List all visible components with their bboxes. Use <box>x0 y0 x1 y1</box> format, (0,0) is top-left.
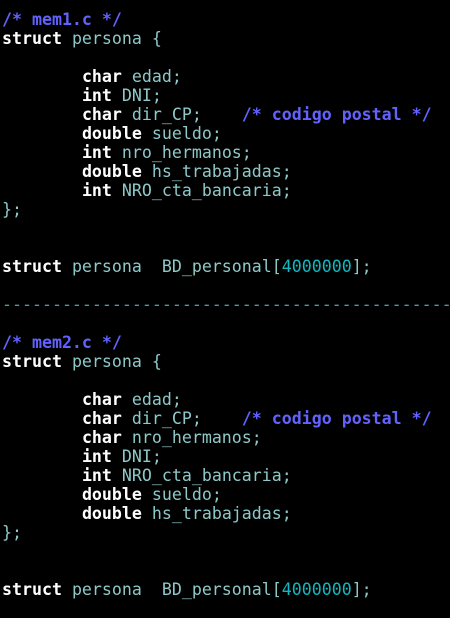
keyword: char <box>81 409 122 428</box>
comment: /* mem2.c */ <box>2 333 122 352</box>
code-line: }; <box>2 200 450 219</box>
code-viewer: /* mem1.c */struct persona { char edad; … <box>2 10 450 599</box>
keyword: int <box>81 143 112 162</box>
identifier <box>2 428 82 447</box>
keyword: double <box>81 485 142 504</box>
identifier: nro_hermanos; <box>121 428 262 447</box>
code-line: char nro_hermanos; <box>2 428 450 447</box>
identifier: persona { <box>61 29 162 48</box>
identifier: dir_CP; <box>121 409 242 428</box>
identifier <box>2 504 82 523</box>
code-line: char edad; <box>2 67 450 86</box>
identifier: hs_trabajadas; <box>141 162 292 181</box>
identifier <box>2 162 82 181</box>
identifier: NRO_cta_bancaria; <box>111 466 292 485</box>
code-line: struct persona { <box>2 29 450 48</box>
identifier: edad; <box>121 390 182 409</box>
code-line: double sueldo; <box>2 485 450 504</box>
identifier <box>2 409 82 428</box>
keyword: char <box>81 105 122 124</box>
identifier <box>2 485 82 504</box>
identifier: ]; <box>351 580 372 599</box>
identifier <box>2 86 82 105</box>
identifier: sueldo; <box>141 124 222 143</box>
identifier <box>2 105 82 124</box>
keyword: struct <box>2 257 62 276</box>
identifier <box>2 124 82 143</box>
identifier <box>2 181 82 200</box>
separator-line: ----------------------------------------… <box>2 295 450 314</box>
code-line: int NRO_cta_bancaria; <box>2 466 450 485</box>
identifier: sueldo; <box>141 485 222 504</box>
keyword: double <box>81 124 142 143</box>
identifier <box>2 447 82 466</box>
identifier: dir_CP; <box>121 105 242 124</box>
identifier: nro_hermanos; <box>111 143 252 162</box>
keyword: char <box>81 67 122 86</box>
code-line: double hs_trabajadas; <box>2 504 450 523</box>
comment: /* codigo postal */ <box>241 105 432 124</box>
keyword: char <box>81 390 122 409</box>
identifier <box>2 67 82 86</box>
keyword: double <box>81 504 142 523</box>
identifier <box>2 143 82 162</box>
code-line: double sueldo; <box>2 124 450 143</box>
code-line: int DNI; <box>2 86 450 105</box>
keyword: int <box>81 466 112 485</box>
identifier: ]; <box>351 257 372 276</box>
keyword: struct <box>2 580 62 599</box>
code-line: char dir_CP; /* codigo postal */ <box>2 105 450 124</box>
keyword: struct <box>2 29 62 48</box>
keyword: int <box>81 86 112 105</box>
identifier: persona BD_personal[ <box>61 580 282 599</box>
identifier: DNI; <box>111 447 162 466</box>
identifier: }; <box>2 200 22 219</box>
code-line: }; <box>2 523 450 542</box>
keyword: char <box>81 428 122 447</box>
code-line: struct persona BD_personal[4000000]; <box>2 257 450 276</box>
code-line: /* mem2.c */ <box>2 333 450 352</box>
identifier: persona { <box>61 352 162 371</box>
comment: /* mem1.c */ <box>2 10 122 29</box>
code-line: int DNI; <box>2 447 450 466</box>
keyword: int <box>81 447 112 466</box>
code-line: /* mem1.c */ <box>2 10 450 29</box>
code-line: int NRO_cta_bancaria; <box>2 181 450 200</box>
comment: /* codigo postal */ <box>241 409 432 428</box>
keyword: struct <box>2 352 62 371</box>
code-line: struct persona BD_personal[4000000]; <box>2 580 450 599</box>
number-literal: 4000000 <box>281 257 352 276</box>
identifier: persona BD_personal[ <box>61 257 282 276</box>
identifier: }; <box>2 523 22 542</box>
number-literal: 4000000 <box>281 580 352 599</box>
keyword: double <box>81 162 142 181</box>
code-line: struct persona { <box>2 352 450 371</box>
identifier: edad; <box>121 67 182 86</box>
code-line: ----------------------------------------… <box>2 295 450 314</box>
identifier <box>2 390 82 409</box>
code-line: char dir_CP; /* codigo postal */ <box>2 409 450 428</box>
keyword: int <box>81 181 112 200</box>
identifier <box>2 466 82 485</box>
code-line: char edad; <box>2 390 450 409</box>
code-line: int nro_hermanos; <box>2 143 450 162</box>
identifier: hs_trabajadas; <box>141 504 292 523</box>
identifier: DNI; <box>111 86 162 105</box>
code-line: double hs_trabajadas; <box>2 162 450 181</box>
identifier: NRO_cta_bancaria; <box>111 181 292 200</box>
